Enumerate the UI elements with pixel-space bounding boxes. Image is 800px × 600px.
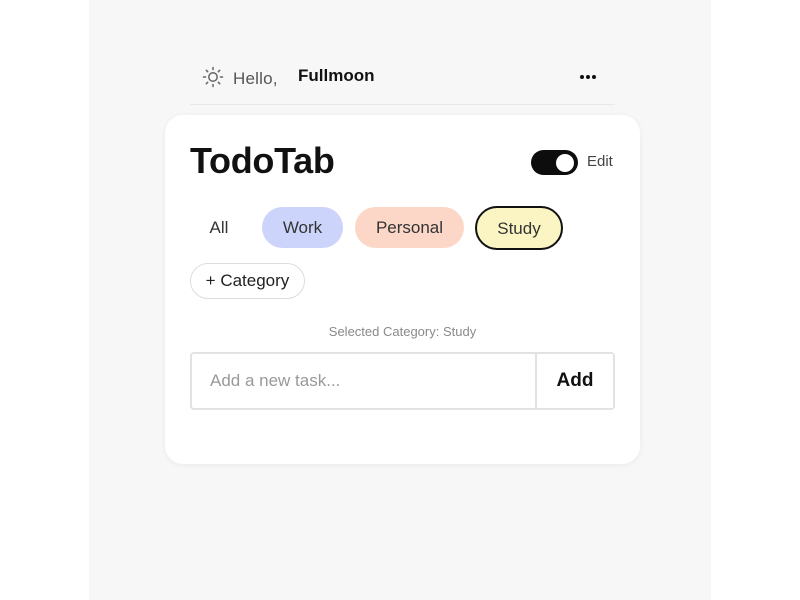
add-category-button[interactable]: + Category (190, 263, 305, 299)
sun-icon (202, 66, 224, 88)
todo-card: TodoTab Edit All Work Personal Study + C… (165, 115, 640, 464)
edit-toggle[interactable] (531, 150, 578, 175)
add-task-button[interactable]: Add (535, 354, 613, 408)
add-task-row: Add (190, 352, 615, 410)
more-horizontal-icon[interactable] (579, 70, 597, 84)
category-chip-personal[interactable]: Personal (355, 207, 464, 248)
category-chip-work[interactable]: Work (262, 207, 343, 248)
username: Fullmoon (298, 66, 375, 85)
app-title: TodoTab (190, 140, 335, 181)
selected-category-text: Selected Category: Study (328, 324, 477, 339)
greeting-text: Hello, (233, 69, 278, 88)
greeting-header: Hello, Fullmoon (190, 56, 615, 105)
task-input[interactable] (192, 354, 535, 408)
category-chip-all[interactable]: All (189, 207, 249, 248)
toggle-knob (556, 153, 574, 172)
category-chip-study[interactable]: Study (475, 206, 563, 250)
edit-label: Edit (587, 153, 613, 170)
